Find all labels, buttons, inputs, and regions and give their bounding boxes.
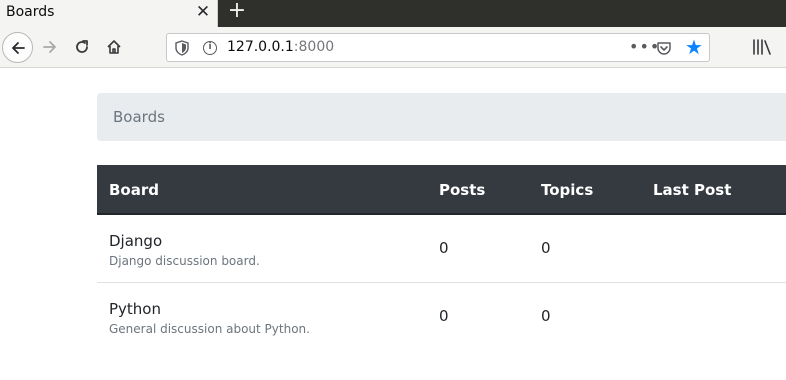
column-header-topics: Topics xyxy=(541,181,594,199)
url-text[interactable]: 127.0.0.1:8000 xyxy=(227,39,334,55)
browser-tab[interactable]: Boards ✕ xyxy=(0,0,218,27)
table-row: Django Django discussion board. 0 0 xyxy=(97,215,786,283)
breadcrumb-item-boards: Boards xyxy=(113,108,165,126)
tracking-shield-icon[interactable] xyxy=(175,40,189,56)
table-header: Board Posts Topics Last Post xyxy=(97,165,786,215)
board-link-django[interactable]: Django xyxy=(109,232,162,250)
back-button[interactable] xyxy=(2,32,33,63)
posts-count: 0 xyxy=(439,239,449,257)
reload-button[interactable] xyxy=(68,33,96,61)
new-tab-icon[interactable]: + xyxy=(226,0,248,24)
tab-close-icon[interactable]: ✕ xyxy=(194,2,212,22)
url-port: :8000 xyxy=(293,39,335,55)
reload-icon xyxy=(76,40,88,53)
board-description: Django discussion board. xyxy=(109,254,260,268)
forward-button[interactable] xyxy=(36,33,64,61)
tab-strip: Boards ✕ + xyxy=(0,0,786,27)
board-link-python[interactable]: Python xyxy=(109,300,161,318)
back-arrow-icon xyxy=(11,42,25,54)
column-header-posts: Posts xyxy=(439,181,486,199)
board-description: General discussion about Python. xyxy=(109,322,310,336)
bookmark-star-icon[interactable]: ★ xyxy=(685,36,703,58)
home-icon xyxy=(107,40,121,54)
table-row: Python General discussion about Python. … xyxy=(97,283,786,351)
site-info-icon[interactable]: i xyxy=(203,41,217,55)
tab-title: Boards xyxy=(6,4,55,20)
topics-count: 0 xyxy=(541,239,551,257)
pocket-icon[interactable] xyxy=(656,40,672,56)
url-host: 127.0.0.1 xyxy=(227,39,294,55)
breadcrumb: Boards xyxy=(97,93,786,141)
page-content: Boards Board Posts Topics Last Post Djan… xyxy=(0,69,786,380)
home-button[interactable] xyxy=(100,33,128,61)
column-header-last-post: Last Post xyxy=(653,181,732,199)
navigation-toolbar: i 127.0.0.1:8000 ••• ★ xyxy=(0,27,786,68)
boards-table: Board Posts Topics Last Post Django Djan… xyxy=(97,165,786,351)
topics-count: 0 xyxy=(541,307,551,325)
url-bar[interactable]: i 127.0.0.1:8000 ••• ★ xyxy=(166,33,710,62)
library-icon[interactable] xyxy=(752,39,772,55)
posts-count: 0 xyxy=(439,307,449,325)
forward-arrow-icon xyxy=(43,41,56,53)
column-header-board: Board xyxy=(109,181,159,199)
